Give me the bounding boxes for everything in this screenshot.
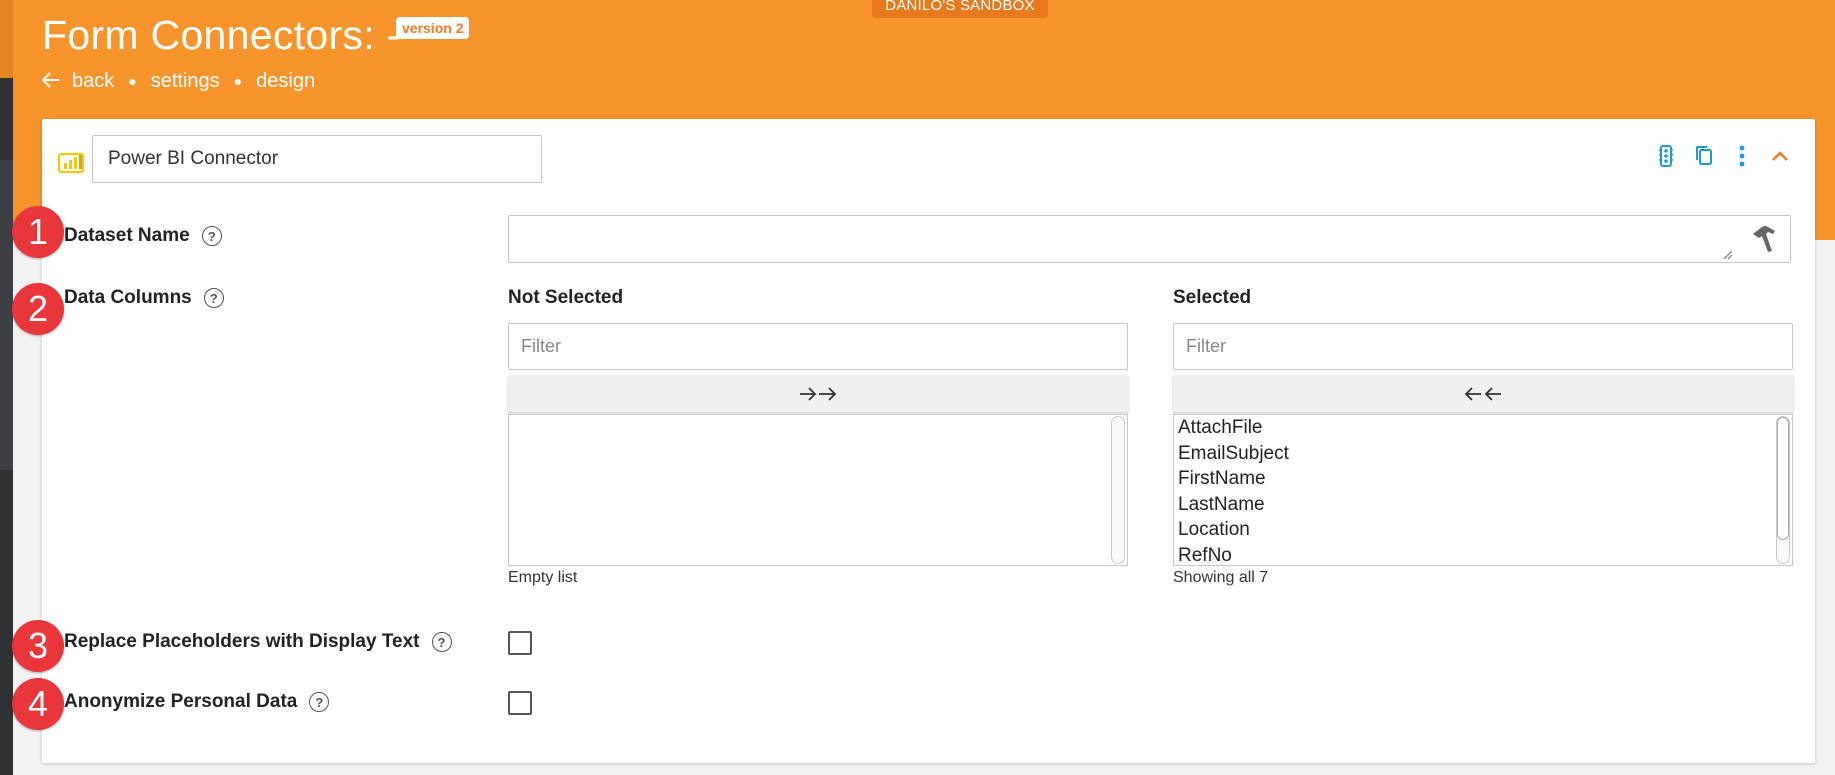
step-marker-4: 4 xyxy=(12,678,64,730)
resize-handle-icon[interactable] xyxy=(1723,250,1733,260)
list-item[interactable]: RefNo xyxy=(1178,543,1289,566)
build-button[interactable] xyxy=(1736,216,1790,262)
breadcrumb: back ● settings ● design xyxy=(41,68,315,94)
breadcrumb-back-link[interactable]: back xyxy=(72,70,114,93)
anonymize-label: Anonymize Personal Data ? xyxy=(64,691,330,713)
anonymize-checkbox[interactable] xyxy=(508,691,532,715)
traffic-light-icon[interactable] xyxy=(1647,139,1685,173)
not-selected-heading: Not Selected xyxy=(508,287,624,308)
list-item[interactable]: FirstName xyxy=(1178,466,1289,492)
version-badge: version 2 xyxy=(396,17,470,39)
replace-placeholders-label: Replace Placeholders with Display Text ? xyxy=(64,631,452,653)
chevron-up-icon[interactable] xyxy=(1761,139,1799,173)
not-selected-footer: Empty list xyxy=(508,569,578,586)
list-item[interactable]: Location xyxy=(1178,517,1289,543)
step-marker-3: 3 xyxy=(12,620,64,672)
help-icon[interactable]: ? xyxy=(431,632,452,652)
scrollbar-thumb[interactable] xyxy=(1777,417,1789,540)
help-icon[interactable]: ? xyxy=(309,692,330,712)
double-arrow-left-icon xyxy=(1464,386,1501,401)
card-toolbar xyxy=(1647,139,1799,173)
selected-list[interactable]: AttachFile EmailSubject FirstName LastNa… xyxy=(1173,414,1793,566)
dataset-name-field xyxy=(508,215,1791,263)
page-title: Form Connectors: - xyxy=(42,12,401,58)
data-columns-label: Data Columns ? xyxy=(64,287,224,309)
move-all-right-button[interactable] xyxy=(508,375,1128,412)
list-item[interactable]: AttachFile xyxy=(1178,415,1289,441)
dataset-name-label: Dataset Name ? xyxy=(64,225,222,247)
not-selected-filter-input[interactable] xyxy=(508,323,1128,370)
breadcrumb-settings-link[interactable]: settings xyxy=(151,70,220,93)
environment-badge: DANILO'S SANDBOX xyxy=(872,0,1048,18)
double-arrow-right-icon xyxy=(800,386,837,401)
scrollbar[interactable] xyxy=(1111,416,1125,564)
hammer-icon xyxy=(1753,226,1775,252)
selected-items: AttachFile EmailSubject FirstName LastNa… xyxy=(1178,415,1289,566)
copy-icon[interactable] xyxy=(1685,139,1723,173)
not-selected-list[interactable] xyxy=(508,414,1128,566)
help-icon[interactable]: ? xyxy=(203,288,224,308)
more-vertical-icon[interactable] xyxy=(1723,139,1761,173)
breadcrumb-separator: ● xyxy=(128,73,137,89)
back-arrow-icon[interactable] xyxy=(41,68,60,94)
selected-filter-input[interactable] xyxy=(1173,323,1793,370)
move-all-left-button[interactable] xyxy=(1173,375,1793,412)
step-marker-1: 1 xyxy=(12,206,64,258)
list-item[interactable]: LastName xyxy=(1178,492,1289,518)
power-bi-icon xyxy=(57,152,85,174)
replace-placeholders-checkbox[interactable] xyxy=(508,631,532,655)
selected-footer: Showing all 7 xyxy=(1173,569,1269,586)
step-marker-2: 2 xyxy=(12,283,64,335)
dataset-name-input[interactable] xyxy=(509,216,1737,262)
connector-name-input[interactable] xyxy=(92,135,542,183)
list-item[interactable]: EmailSubject xyxy=(1178,441,1289,467)
breadcrumb-separator: ● xyxy=(233,73,243,89)
breadcrumb-design-link[interactable]: design xyxy=(256,70,315,93)
app-sidebar-edge xyxy=(0,0,13,775)
selected-heading: Selected xyxy=(1173,287,1252,308)
connector-card: Dataset Name ? Data Columns ? Not Select… xyxy=(42,119,1815,763)
help-icon[interactable]: ? xyxy=(201,226,222,246)
